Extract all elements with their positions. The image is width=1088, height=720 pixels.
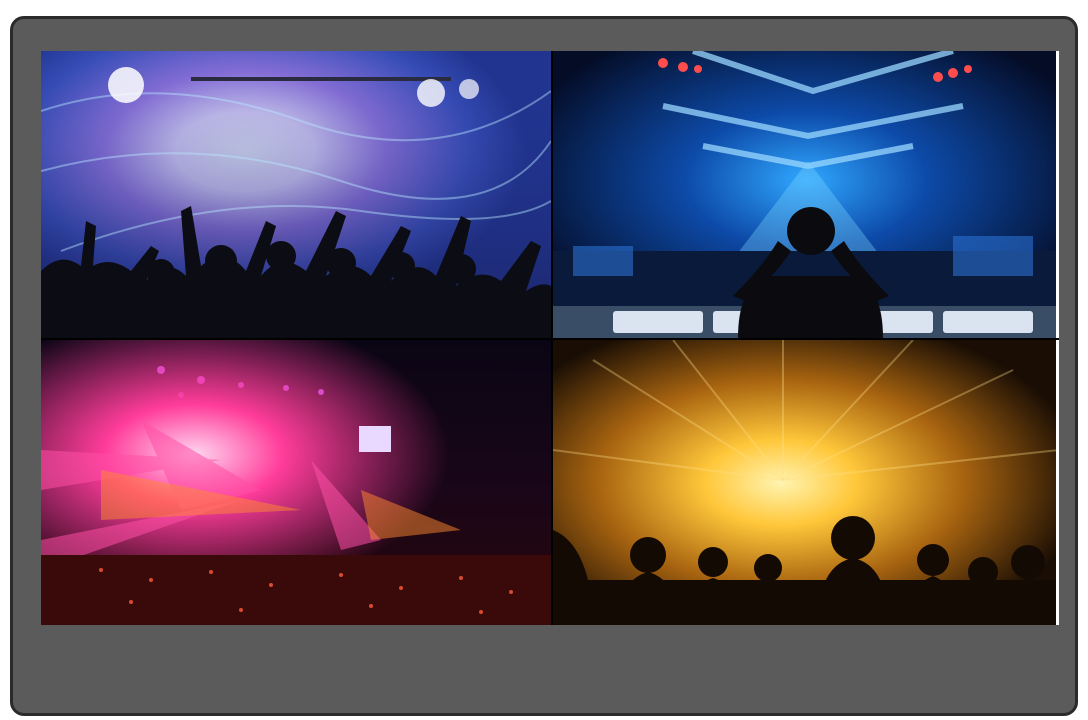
monitor-frame bbox=[10, 16, 1078, 716]
arena-laser-photo bbox=[41, 340, 551, 625]
screen-collage bbox=[41, 51, 1059, 625]
golden-stage-photo bbox=[553, 340, 1059, 625]
concert-crowd-photo bbox=[41, 51, 551, 338]
dj-club-photo bbox=[553, 51, 1059, 338]
